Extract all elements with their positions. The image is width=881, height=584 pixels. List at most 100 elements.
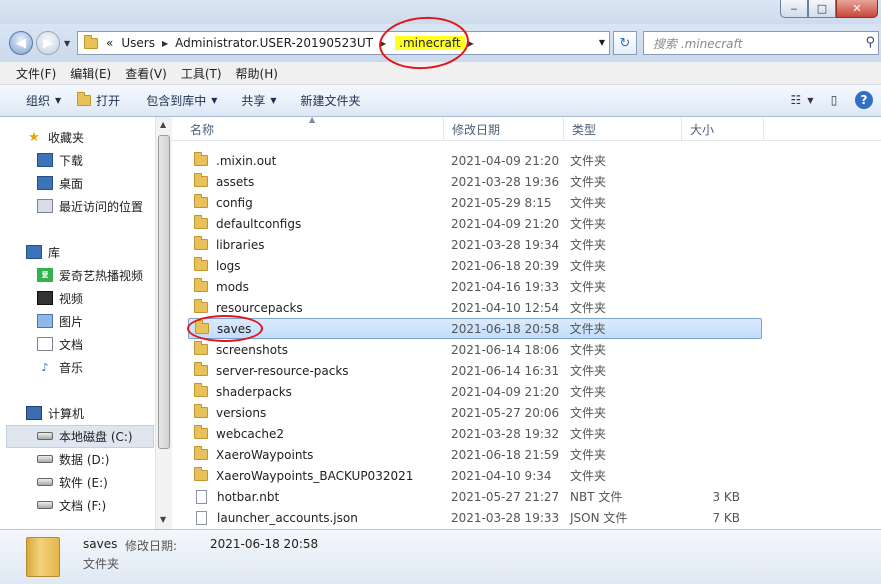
- table-row[interactable]: libraries 2021-03-28 19:34 文件夹: [188, 234, 762, 255]
- breadcrumb-administrator[interactable]: Administrator.USER-20190523UT: [171, 36, 377, 50]
- table-row[interactable]: webcache2 2021-03-28 19:32 文件夹: [188, 423, 762, 444]
- open-button[interactable]: 打开: [69, 92, 128, 109]
- file-date: 2021-04-10 12:54: [451, 300, 560, 315]
- table-row[interactable]: shaderpacks 2021-04-09 21:20 文件夹: [188, 381, 762, 402]
- table-row[interactable]: launcher_accounts.json 2021-03-28 19:33 JS…: [188, 507, 762, 528]
- share-button[interactable]: 共享 ▼: [233, 92, 284, 109]
- table-row[interactable]: config 2021-05-29 8:15 文件夹: [188, 192, 762, 213]
- table-row[interactable]: XaeroWaypoints 2021-06-18 21:59 文件夹: [188, 444, 762, 465]
- back-button[interactable]: ◀: [9, 31, 33, 55]
- folder-icon: [194, 467, 208, 481]
- column-name[interactable]: 名称 ▲: [172, 117, 444, 141]
- table-row[interactable]: saves 2021-06-18 20:58 文件夹: [188, 318, 762, 339]
- nav-item-drive-d[interactable]: 数据 (D:): [37, 448, 109, 470]
- column-type-label: 类型: [572, 122, 597, 137]
- breadcrumb-separator-icon[interactable]: ▶: [377, 39, 389, 48]
- new-folder-button[interactable]: 新建文件夹: [293, 92, 369, 109]
- file-date: 2021-05-27 20:06: [451, 405, 560, 420]
- nav-item-recent-places[interactable]: 最近访问的位置: [37, 195, 143, 217]
- folder-icon: [194, 362, 208, 376]
- help-button[interactable]: ?: [855, 91, 873, 109]
- menu-tools[interactable]: 工具(T): [174, 65, 229, 82]
- file-list: 名称 ▲ 修改日期 类型 大小 .mixin.out 2021-04-09 21:2…: [172, 117, 881, 529]
- menu-file[interactable]: 文件(F): [9, 65, 63, 82]
- change-view-button[interactable]: ☷ ▼: [791, 90, 814, 110]
- menu-help[interactable]: 帮助(H): [229, 65, 285, 82]
- table-row[interactable]: .mixin.out 2021-04-09 21:20 文件夹: [188, 150, 762, 171]
- nav-favorites[interactable]: ★ 收藏夹: [26, 126, 84, 148]
- organize-button[interactable]: 组织 ▼: [18, 92, 69, 109]
- file-name: .mixin.out: [216, 153, 277, 168]
- file-date: 2021-06-18 20:58: [451, 321, 560, 336]
- address-dropdown-icon[interactable]: ▼: [599, 38, 605, 47]
- table-row[interactable]: assets 2021-03-28 19:36 文件夹: [188, 171, 762, 192]
- column-size[interactable]: 大小: [682, 117, 764, 141]
- scrollbar-thumb[interactable]: [158, 135, 170, 449]
- menu-view[interactable]: 查看(V): [118, 65, 174, 82]
- address-bar[interactable]: « Users ▶ Administrator.USER-20190523UT …: [77, 31, 610, 55]
- include-in-library-button[interactable]: 包含到库中 ▼: [138, 92, 225, 109]
- file-name-cell: saves: [189, 320, 440, 336]
- file-name-cell: webcache2: [188, 425, 440, 441]
- search-icon[interactable]: ⚲: [865, 35, 875, 50]
- nav-item-label: 本地磁盘 (C:): [59, 429, 133, 444]
- nav-item-drive-f[interactable]: 文档 (F:): [37, 494, 106, 516]
- nav-item-drive-e[interactable]: 软件 (E:): [37, 471, 108, 493]
- file-name-cell: versions: [188, 404, 440, 420]
- nav-item-downloads[interactable]: 下载: [37, 149, 83, 171]
- minimize-button[interactable]: ‒: [780, 0, 808, 18]
- nav-libraries-label: 库: [48, 245, 61, 260]
- preview-pane-button[interactable]: ▯: [823, 90, 845, 110]
- file-type: 文件夹: [570, 196, 607, 210]
- forward-button[interactable]: ▶: [36, 31, 60, 55]
- maximize-icon: □: [816, 2, 828, 15]
- table-row[interactable]: mods 2021-04-16 19:33 文件夹: [188, 276, 762, 297]
- file-name-cell: screenshots: [188, 341, 440, 357]
- recent-pages-dropdown[interactable]: ▼: [64, 39, 70, 48]
- nav-item-label: 下载: [59, 153, 84, 168]
- nav-item-documents[interactable]: 文档: [37, 333, 83, 355]
- table-row[interactable]: resourcepacks 2021-04-10 12:54 文件夹: [188, 297, 762, 318]
- close-button[interactable]: ✕: [836, 0, 878, 18]
- nav-item-iqiyi[interactable]: 爱爱奇艺热播视频: [37, 264, 143, 286]
- scroll-down-icon[interactable]: ▼: [160, 515, 166, 524]
- nav-item-pictures[interactable]: 图片: [37, 310, 83, 332]
- file-type: 文件夹: [570, 217, 607, 231]
- nav-item-desktop[interactable]: 桌面: [37, 172, 83, 194]
- arrow-right-icon: ▶: [43, 35, 53, 51]
- breadcrumb-users[interactable]: Users: [117, 36, 159, 50]
- table-row[interactable]: screenshots 2021-06-14 18:06 文件夹: [188, 339, 762, 360]
- chevron-down-icon: ▼: [270, 96, 277, 105]
- nav-item-videos[interactable]: 视频: [37, 287, 83, 309]
- table-row[interactable]: versions 2021-05-27 20:06 文件夹: [188, 402, 762, 423]
- file-name: launcher_accounts.json: [217, 510, 358, 525]
- breadcrumb-separator-icon[interactable]: ▶: [465, 39, 477, 48]
- breadcrumb-separator-icon[interactable]: ▶: [159, 39, 171, 48]
- column-name-label: 名称: [190, 122, 215, 137]
- breadcrumb-minecraft[interactable]: .minecraft: [395, 36, 465, 50]
- search-input[interactable]: 搜索 .minecraft ⚲: [643, 31, 879, 55]
- column-date[interactable]: 修改日期: [444, 117, 564, 141]
- table-row[interactable]: defaultconfigs 2021-04-09 21:20 文件夹: [188, 213, 762, 234]
- column-type[interactable]: 类型: [564, 117, 682, 141]
- nav-item-music[interactable]: ♪ 音乐: [37, 356, 83, 378]
- desktop-icon: [37, 176, 53, 190]
- nav-libraries[interactable]: 库: [26, 241, 60, 263]
- navigation-pane: ★ 收藏夹 下载 桌面 最近访问的位置 库 爱爱奇艺热播视频 视频 图片 文档 ♪…: [0, 117, 155, 529]
- menu-edit[interactable]: 编辑(E): [63, 65, 118, 82]
- table-row[interactable]: hotbar.nbt 2021-05-27 21:27 NBT 文件 3 KB: [188, 486, 762, 507]
- file-name: saves: [217, 321, 252, 336]
- table-row[interactable]: server-resource-packs 2021-06-14 16:31 文件夹: [188, 360, 762, 381]
- table-row[interactable]: logs 2021-06-18 20:39 文件夹: [188, 255, 762, 276]
- scroll-up-icon[interactable]: ▲: [160, 120, 166, 129]
- breadcrumb-overflow[interactable]: «: [98, 36, 117, 50]
- nav-item-label: 图片: [59, 314, 84, 329]
- refresh-button[interactable]: ↻: [613, 31, 637, 55]
- table-row[interactable]: XaeroWaypoints_BACKUP032021 2021-04-10 9:…: [188, 465, 762, 486]
- nav-pane-scrollbar[interactable]: ▲ ▼: [155, 117, 172, 529]
- nav-item-drive-c[interactable]: 本地磁盘 (C:): [37, 425, 133, 447]
- nav-computer[interactable]: 计算机: [26, 402, 84, 424]
- file-type: 文件夹: [570, 364, 607, 378]
- maximize-button[interactable]: □: [808, 0, 836, 18]
- file-type: 文件夹: [570, 301, 607, 315]
